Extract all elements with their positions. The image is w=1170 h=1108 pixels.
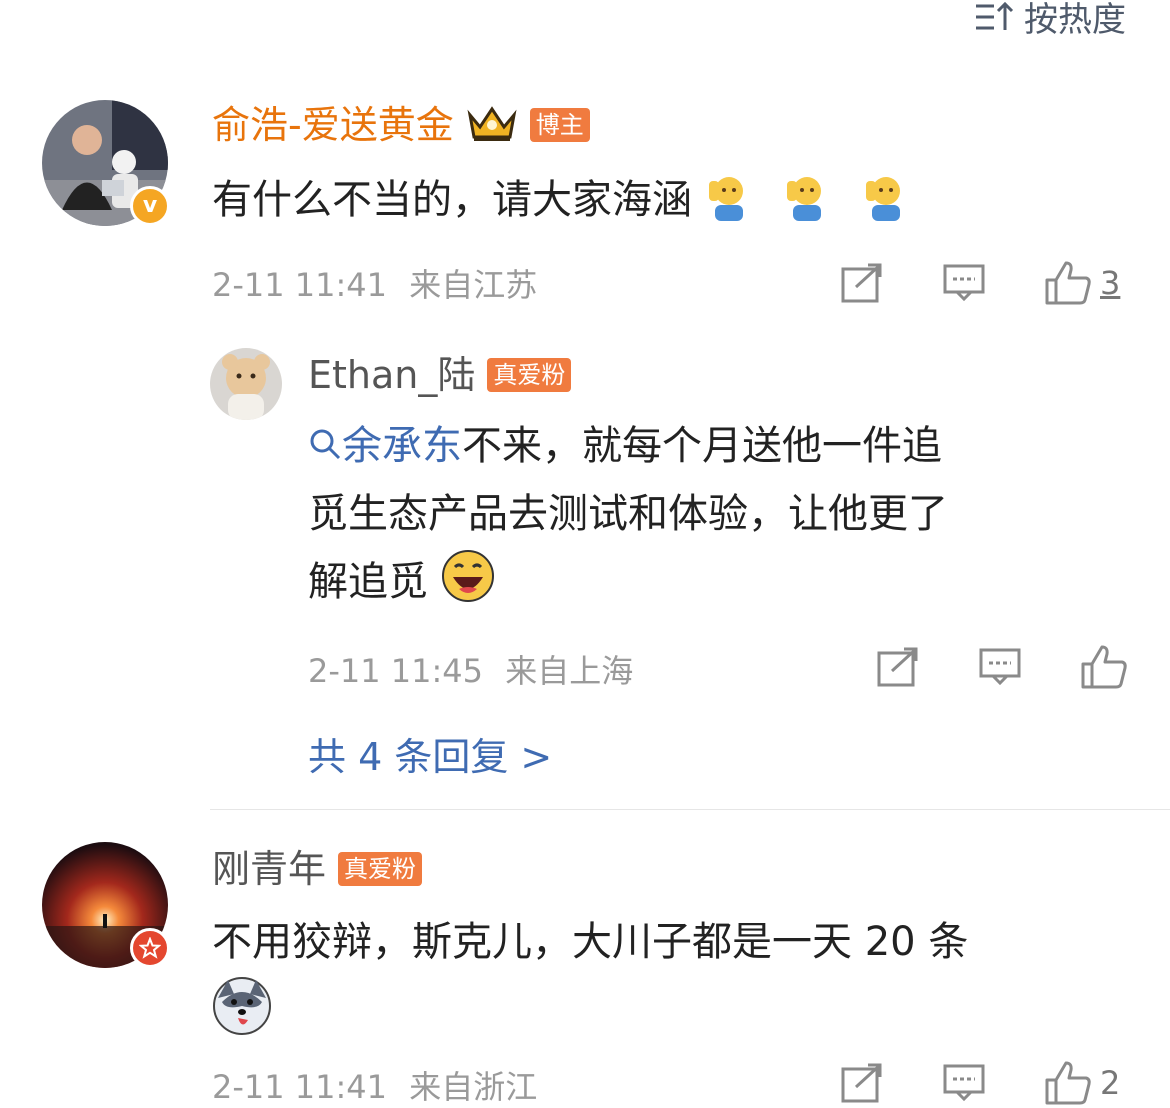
reply-location: 来自上海 <box>505 652 634 690</box>
reply-username[interactable]: Ethan_陆 <box>308 350 475 400</box>
reply-time: 2-11 11:45 <box>308 652 484 690</box>
share-icon <box>877 647 918 687</box>
comment-location: 来自江苏 <box>409 266 538 304</box>
reply-avatar[interactable] <box>210 348 282 420</box>
share-icon <box>841 1063 882 1103</box>
more-replies-link[interactable]: 共 4 条回复 > <box>308 726 552 781</box>
reply-item: Ethan_陆 真爱粉 余承东不来，就每个月送他一件追 觅生态产品去测试和体验，… <box>0 340 1170 700</box>
search-icon <box>310 429 341 460</box>
comment-text: 有什么不当的，请大家海涵 <box>212 166 910 242</box>
crown-icon <box>466 103 518 147</box>
reply-comment-button[interactable] <box>978 647 1080 687</box>
comment-time: 2-11 11:41 <box>212 1068 388 1106</box>
mention-link[interactable]: 余承东 <box>308 423 462 469</box>
fan-tag: 真爱粉 <box>338 852 423 886</box>
thumbs-up-icon <box>1045 261 1091 305</box>
thumbs-up-icon <box>1045 1061 1091 1105</box>
fan-tag: 真爱粉 <box>487 358 572 392</box>
username[interactable]: 俞浩-爱送黄金 <box>212 100 454 150</box>
username[interactable]: 刚青年 <box>212 844 326 894</box>
comment-location: 来自浙江 <box>409 1068 538 1106</box>
like-count: 3 <box>1100 264 1121 302</box>
sort-label: 按热度 <box>1024 0 1126 40</box>
member-badge-icon <box>130 928 170 968</box>
verified-badge-icon: v <box>130 186 170 226</box>
reply-button[interactable] <box>942 263 1044 303</box>
reply-forward-button[interactable] <box>876 647 978 687</box>
salute-emoji-icon <box>862 173 910 242</box>
comment-icon <box>943 1064 985 1102</box>
forward-button[interactable] <box>840 263 942 303</box>
comment-icon <box>979 648 1021 686</box>
salute-emoji-icon <box>705 173 753 242</box>
share-icon <box>841 263 882 303</box>
like-count: 2 <box>1100 1064 1121 1102</box>
reply-like-button[interactable] <box>1080 644 1128 690</box>
like-button[interactable]: 3 <box>1044 260 1120 306</box>
thumbs-up-icon <box>1081 645 1127 689</box>
blogger-tag: 博主 <box>529 108 590 142</box>
comment-2: 刚青年 真爱粉 不用狡辩，斯克儿，大川子都是一天 20 条 2-11 11:41… <box>0 832 1170 1106</box>
comment-icon <box>943 264 985 302</box>
husky-emoji-icon <box>212 976 272 1057</box>
forward-button[interactable] <box>840 1063 942 1103</box>
sort-by-heat-button[interactable]: 按热度 <box>974 0 1126 41</box>
reply-button[interactable] <box>942 1063 1044 1103</box>
comment-time: 2-11 11:41 <box>212 266 388 304</box>
comment-text: 不用狡辩，斯克儿，大川子都是一天 20 条 <box>212 908 1142 1057</box>
reply-text: 余承东不来，就每个月送他一件追 觅生态产品去测试和体验，让他更了 解追觅 <box>308 412 1128 624</box>
sort-icon <box>974 0 1014 34</box>
salute-emoji-icon <box>783 173 831 242</box>
like-button[interactable]: 2 <box>1044 1060 1120 1106</box>
comment-1: v 俞浩-爱送黄金 博主 有什么不当的，请大家海涵 2-11 11:41 来自江… <box>0 90 1170 320</box>
laughing-emoji-icon <box>441 549 495 624</box>
comment-divider <box>210 809 1170 810</box>
